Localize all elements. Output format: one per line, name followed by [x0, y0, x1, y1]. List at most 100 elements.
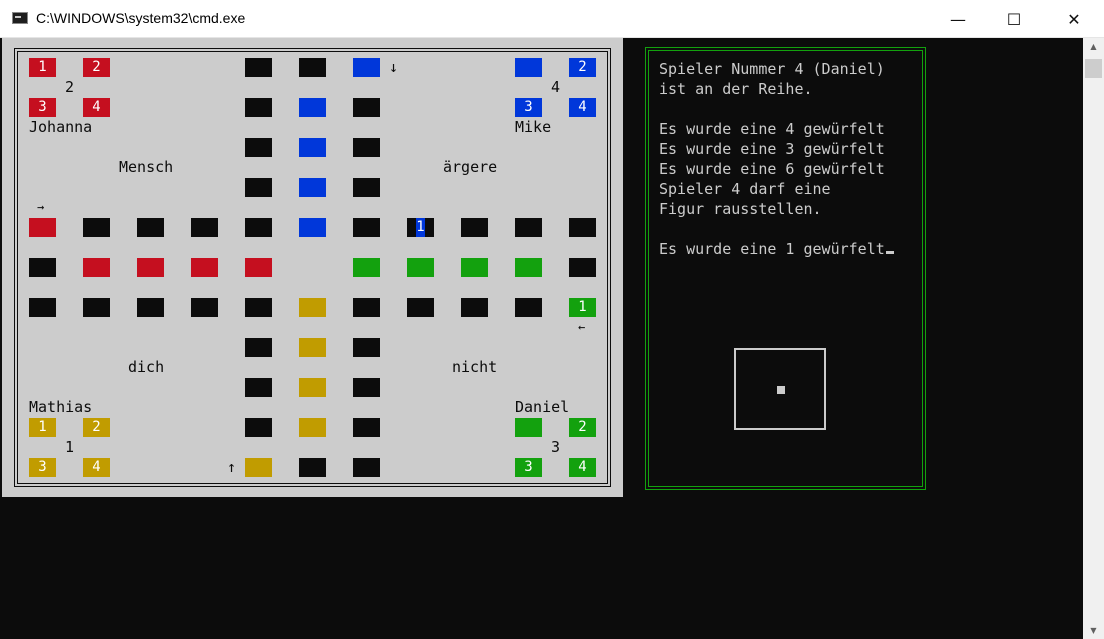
track-field[interactable]	[83, 218, 110, 237]
home-field-blue-4[interactable]: 4	[569, 98, 596, 117]
message-line: ist an der Reihe.	[659, 80, 813, 98]
track-field[interactable]	[245, 218, 272, 237]
scroll-down-icon[interactable]: ▼	[1083, 622, 1104, 639]
track-field[interactable]	[245, 338, 272, 357]
track-field[interactable]	[245, 138, 272, 157]
home-field-green-4[interactable]: 4	[569, 458, 596, 477]
track-field[interactable]	[353, 138, 380, 157]
goal-field-red[interactable]	[83, 258, 110, 277]
home-field-blue-3[interactable]: 3	[515, 98, 542, 117]
track-field[interactable]	[353, 378, 380, 397]
goal-field-blue[interactable]	[299, 98, 326, 117]
home-field-yellow-3[interactable]: 3	[29, 458, 56, 477]
home-field-blue-2[interactable]: 2	[569, 58, 596, 77]
home-field-yellow-4[interactable]: 4	[83, 458, 110, 477]
track-field[interactable]	[569, 218, 596, 237]
goal-field-red[interactable]	[245, 258, 272, 277]
message-line-text: Es wurde eine 1 gewürfelt	[659, 240, 885, 258]
track-field[interactable]	[245, 418, 272, 437]
home-field-blue-1[interactable]	[515, 58, 542, 77]
track-field[interactable]	[353, 218, 380, 237]
scroll-thumb[interactable]	[1085, 59, 1102, 78]
track-field[interactable]	[299, 58, 326, 77]
track-field[interactable]	[245, 178, 272, 197]
track-field[interactable]: 1	[407, 218, 434, 237]
goal-field-blue[interactable]	[299, 138, 326, 157]
player-number-mike: 4	[551, 78, 561, 96]
message-line: Figur rausstellen.	[659, 200, 822, 218]
minimize-button[interactable]: —	[935, 0, 981, 38]
track-field[interactable]	[515, 218, 542, 237]
track-field[interactable]	[569, 258, 596, 277]
piece-blue-1[interactable]: 1	[416, 218, 425, 237]
dice-pip	[777, 386, 785, 394]
goal-field-green[interactable]	[515, 258, 542, 277]
player-number-daniel: 3	[551, 438, 561, 456]
goal-field-red[interactable]	[137, 258, 164, 277]
track-field[interactable]	[83, 298, 110, 317]
track-field[interactable]	[407, 298, 434, 317]
goal-field-blue[interactable]	[299, 178, 326, 197]
goal-field-green[interactable]	[407, 258, 434, 277]
track-field[interactable]	[245, 378, 272, 397]
goal-field-green[interactable]	[461, 258, 488, 277]
track-field-start-red[interactable]	[29, 218, 56, 237]
track-field[interactable]	[29, 258, 56, 277]
home-field-yellow-1[interactable]: 1	[29, 418, 56, 437]
title-word-dich: dich	[128, 358, 165, 376]
home-field-green-3[interactable]: 3	[515, 458, 542, 477]
goal-field-yellow[interactable]	[299, 378, 326, 397]
message-line: Spieler Nummer 4 (Daniel)	[659, 60, 885, 78]
dice[interactable]	[734, 348, 826, 430]
title-bar[interactable]: C:\WINDOWS\system32\cmd.exe — ☐ ✕	[0, 0, 1104, 38]
track-field[interactable]	[353, 98, 380, 117]
home-field-green-1[interactable]	[515, 418, 542, 437]
message-line: Es wurde eine 3 gewürfelt	[659, 140, 885, 158]
track-field[interactable]	[353, 418, 380, 437]
track-field[interactable]	[245, 98, 272, 117]
home-field-green-2[interactable]: 2	[569, 418, 596, 437]
track-field[interactable]	[353, 178, 380, 197]
message-line: Es wurde eine 4 gewürfelt	[659, 120, 885, 138]
maximize-button[interactable]: ☐	[991, 0, 1037, 38]
track-field[interactable]	[461, 218, 488, 237]
home-field-red-2[interactable]: 2	[83, 58, 110, 77]
track-field-start-blue[interactable]	[353, 58, 380, 77]
track-field[interactable]	[353, 338, 380, 357]
home-field-red-3[interactable]: 3	[29, 98, 56, 117]
track-field[interactable]	[137, 218, 164, 237]
track-field[interactable]	[191, 298, 218, 317]
start-arrow-down-icon: ↓	[389, 58, 399, 76]
goal-field-yellow[interactable]	[299, 418, 326, 437]
track-field[interactable]	[29, 298, 56, 317]
goal-field-green[interactable]	[353, 258, 380, 277]
player-number-mathias: 1	[65, 438, 75, 456]
title-word-aergere: ärgere	[443, 158, 498, 176]
goal-field-yellow[interactable]	[299, 338, 326, 357]
track-field[interactable]	[515, 298, 542, 317]
goal-field-blue[interactable]	[299, 218, 326, 237]
info-panel: Spieler Nummer 4 (Daniel) ist an der Rei…	[645, 47, 926, 490]
track-field[interactable]	[353, 298, 380, 317]
close-button[interactable]: ✕	[1051, 0, 1097, 38]
home-field-yellow-2[interactable]: 2	[83, 418, 110, 437]
track-field[interactable]	[299, 458, 326, 477]
vertical-scrollbar[interactable]: ▲ ▼	[1083, 38, 1104, 639]
track-field[interactable]	[245, 298, 272, 317]
home-field-red-4[interactable]: 4	[83, 98, 110, 117]
goal-field-red[interactable]	[191, 258, 218, 277]
player-number-johanna: 2	[65, 78, 75, 96]
piece-green-1[interactable]: 1	[569, 298, 596, 317]
scroll-up-icon[interactable]: ▲	[1083, 38, 1104, 55]
goal-field-yellow[interactable]	[299, 298, 326, 317]
track-field[interactable]	[191, 218, 218, 237]
track-field-start-yellow[interactable]	[245, 458, 272, 477]
track-field[interactable]	[353, 458, 380, 477]
start-arrow-right-icon: →	[37, 200, 45, 214]
track-field[interactable]	[461, 298, 488, 317]
home-field-red-1[interactable]: 1	[29, 58, 56, 77]
cmd-icon	[12, 12, 28, 24]
track-field[interactable]	[137, 298, 164, 317]
track-field[interactable]	[245, 58, 272, 77]
message-line: Es wurde eine 6 gewürfelt	[659, 160, 885, 178]
